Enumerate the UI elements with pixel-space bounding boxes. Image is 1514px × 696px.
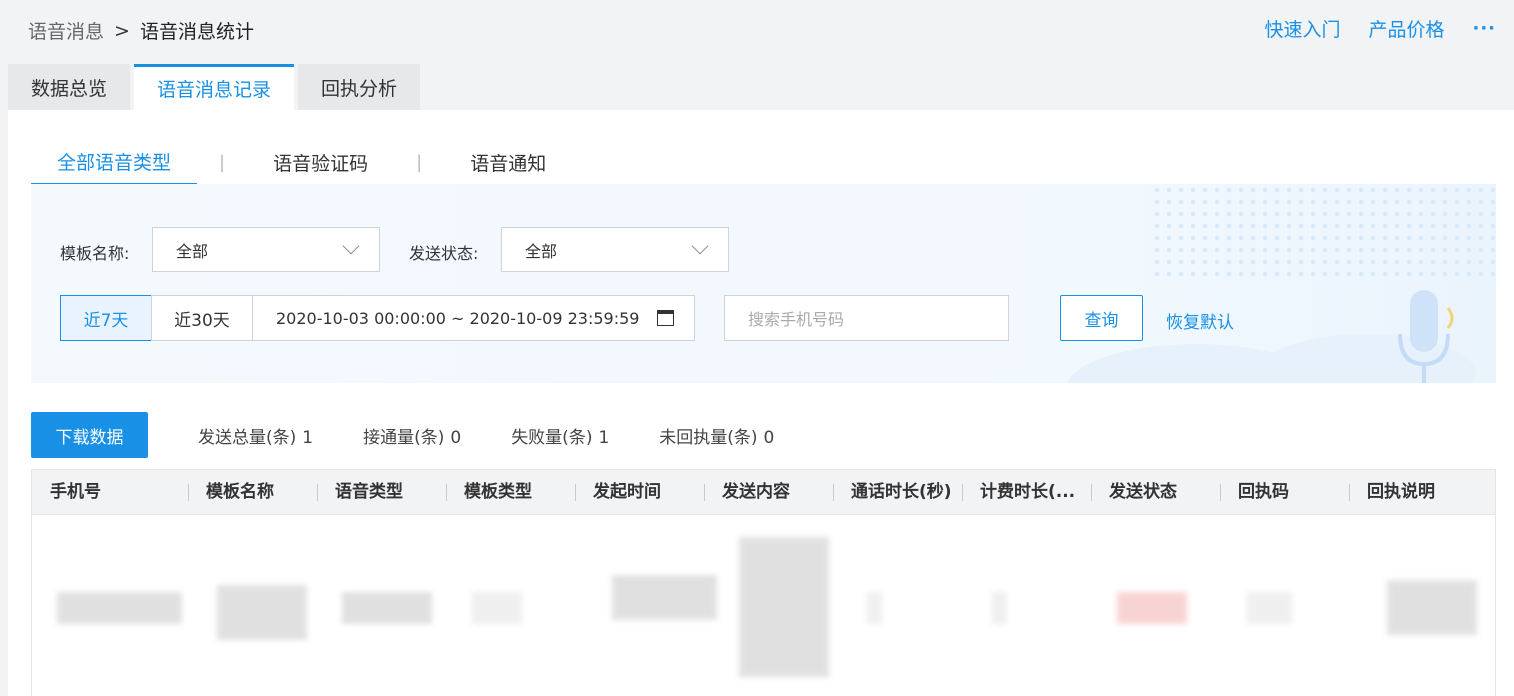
column-header[interactable]: 手机号 bbox=[32, 470, 188, 515]
tab-receipt-analysis[interactable]: 回执分析 bbox=[298, 64, 421, 110]
redacted-template-type bbox=[472, 592, 522, 624]
redacted-send-time bbox=[612, 575, 717, 620]
column-header[interactable]: 发送状态 bbox=[1091, 470, 1220, 515]
column-header[interactable]: 发起时间 bbox=[575, 470, 704, 515]
column-header[interactable]: 回执码 bbox=[1220, 470, 1349, 515]
redacted-content bbox=[739, 537, 829, 677]
redacted-voice-type bbox=[342, 592, 432, 624]
stat-label: 接通量(条) bbox=[363, 428, 445, 448]
chevron-down-icon bbox=[691, 237, 709, 255]
stat-label: 失败量(条) bbox=[511, 428, 593, 448]
subtab-divider: | bbox=[416, 152, 423, 173]
date-range-value: 2020-10-03 00:00:00 ~ 2020-10-09 23:59:5… bbox=[276, 308, 640, 328]
date-range-picker[interactable]: 2020-10-03 00:00:00 ~ 2020-10-09 23:59:5… bbox=[252, 295, 695, 341]
column-header[interactable]: 回执说明 bbox=[1349, 470, 1475, 515]
last-30-days-button[interactable]: 近30天 bbox=[151, 295, 253, 341]
voice-type-tabs: 全部语音类型 | 语音验证码 | 语音通知 bbox=[31, 140, 572, 185]
stat-value: 1 bbox=[598, 428, 610, 448]
more-menu-icon[interactable]: ··· bbox=[1472, 18, 1496, 39]
quick-start-link[interactable]: 快速入门 bbox=[1264, 15, 1340, 42]
redacted-receipt-code bbox=[1247, 592, 1292, 624]
column-header[interactable]: 通话时长(秒) bbox=[833, 470, 962, 515]
last-7-days-button[interactable]: 近7天 bbox=[60, 295, 152, 341]
send-status-label: 发送状态: bbox=[409, 244, 479, 263]
send-status-select[interactable]: 全部 bbox=[501, 227, 729, 272]
redacted-billing-duration bbox=[992, 592, 1007, 624]
table-row bbox=[32, 515, 1495, 696]
column-header[interactable]: 语音类型 bbox=[317, 470, 446, 515]
stat-value: 1 bbox=[302, 428, 314, 448]
column-header[interactable]: 模板名称 bbox=[188, 470, 317, 515]
query-button[interactable]: 查询 bbox=[1060, 295, 1143, 341]
stat-failed: 失败量(条) 1 bbox=[511, 423, 609, 448]
subtab-notification[interactable]: 语音通知 bbox=[444, 140, 572, 185]
breadcrumb: 语音消息 > 语音消息统计 bbox=[28, 17, 254, 44]
stat-label: 发送总量(条) bbox=[198, 428, 297, 448]
breadcrumb-current: 语音消息统计 bbox=[139, 21, 254, 43]
pricing-link[interactable]: 产品价格 bbox=[1368, 15, 1444, 42]
redacted-receipt-description bbox=[1387, 580, 1477, 635]
decorative-dots bbox=[1151, 184, 1496, 284]
tab-voice-records[interactable]: 语音消息记录 bbox=[134, 64, 295, 110]
records-table: 手机号 模板名称 语音类型 模板类型 发起时间 发送内容 通话时长(秒) 计费时… bbox=[31, 469, 1496, 696]
stat-label: 未回执量(条) bbox=[659, 428, 758, 448]
table-header: 手机号 模板名称 语音类型 模板类型 发起时间 发送内容 通话时长(秒) 计费时… bbox=[32, 470, 1495, 515]
phone-search-input[interactable]: 搜索手机号码 bbox=[724, 295, 1009, 341]
stat-connected: 接通量(条) 0 bbox=[363, 423, 461, 448]
redacted-template-name bbox=[217, 585, 307, 640]
reset-default-link[interactable]: 恢复默认 bbox=[1166, 308, 1234, 333]
column-header[interactable]: 计费时长(... bbox=[962, 470, 1091, 515]
tab-overview[interactable]: 数据总览 bbox=[8, 64, 131, 110]
subtab-all-types[interactable]: 全部语音类型 bbox=[31, 140, 198, 185]
chevron-down-icon bbox=[342, 237, 360, 255]
column-header[interactable]: 发送内容 bbox=[704, 470, 833, 515]
stat-value: 0 bbox=[450, 428, 462, 448]
redacted-phone bbox=[57, 592, 182, 624]
column-header[interactable]: 模板类型 bbox=[446, 470, 575, 515]
breadcrumb-parent[interactable]: 语音消息 bbox=[28, 17, 104, 44]
subtab-divider: | bbox=[219, 152, 226, 173]
filter-panel: 模板名称: 全部 发送状态: 全部 近7天 近30天 2020-10-03 00… bbox=[31, 184, 1496, 383]
stat-no-receipt: 未回执量(条) 0 bbox=[659, 423, 774, 448]
template-name-label: 模板名称: bbox=[60, 244, 130, 263]
subtab-verify-code[interactable]: 语音验证码 bbox=[247, 140, 394, 185]
content-panel: 全部语音类型 | 语音验证码 | 语音通知 模板名称: 全部 发送状态: 全部 … bbox=[8, 110, 1514, 696]
breadcrumb-separator: > bbox=[114, 19, 130, 42]
send-status-value: 全部 bbox=[525, 241, 558, 261]
stats-summary: 发送总量(条) 1 接通量(条) 0 失败量(条) 1 未回执量(条) 0 bbox=[198, 423, 824, 448]
stat-value: 0 bbox=[763, 428, 775, 448]
template-name-value: 全部 bbox=[176, 241, 209, 261]
redacted-duration bbox=[867, 592, 882, 624]
template-name-select[interactable]: 全部 bbox=[152, 227, 380, 272]
redacted-send-status bbox=[1117, 592, 1187, 624]
calendar-icon bbox=[657, 310, 674, 326]
microphone-icon bbox=[1398, 290, 1454, 383]
stat-total-sent: 发送总量(条) 1 bbox=[198, 423, 313, 448]
main-tabs: 数据总览 语音消息记录 回执分析 bbox=[8, 64, 424, 110]
download-data-button[interactable]: 下载数据 bbox=[31, 412, 148, 458]
top-links: 快速入门 产品价格 ··· bbox=[1236, 15, 1496, 42]
